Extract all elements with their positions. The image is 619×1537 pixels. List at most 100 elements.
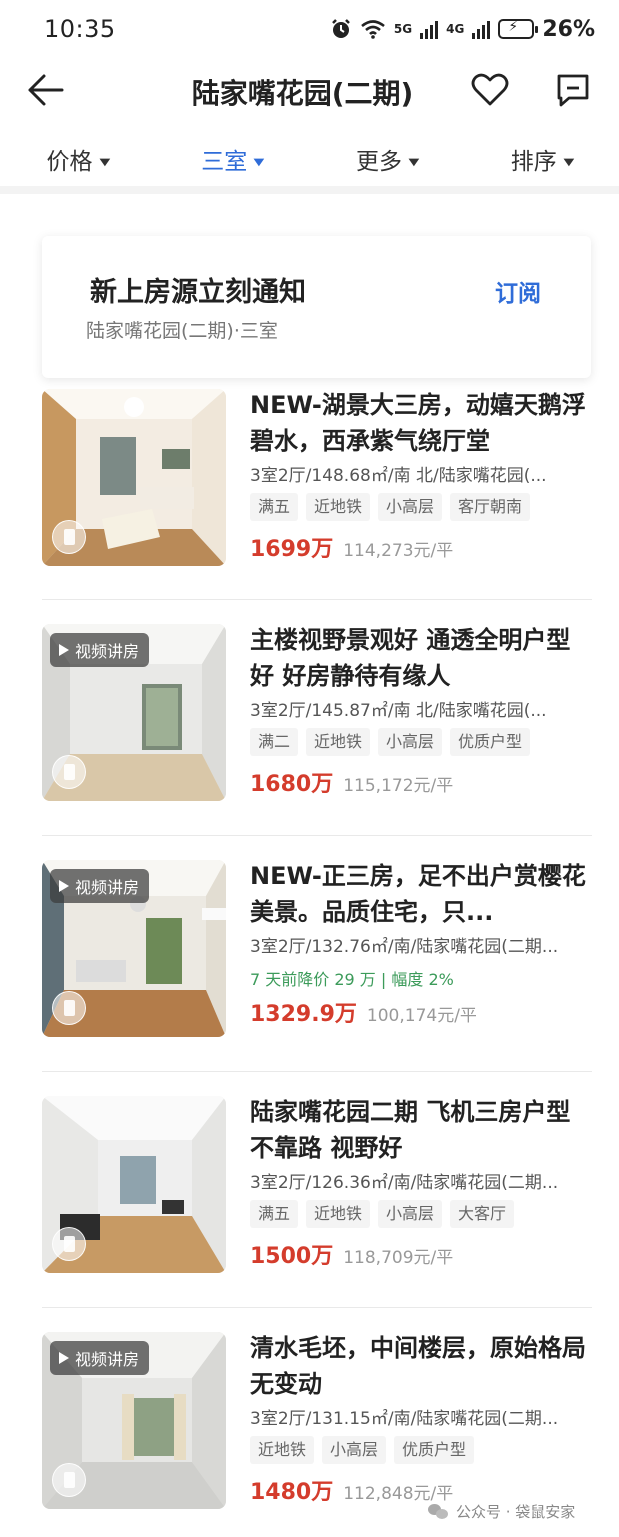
favorite-button[interactable] (470, 70, 510, 110)
video-badge: 视频讲房 (50, 1341, 150, 1375)
video-badge-label: 视频讲房 (75, 878, 140, 897)
filter-label: 三室 (201, 149, 248, 175)
tag-list: 近地铁 小高层 优质户型 (250, 1436, 592, 1464)
chevron-down-icon: ▼ (253, 157, 265, 168)
divider (42, 1071, 592, 1072)
unit-price: 118,709元/平 (343, 1248, 454, 1268)
vr-tour-icon (52, 1227, 86, 1261)
filter-more[interactable]: 更多 ▼ (310, 130, 465, 184)
chevron-down-icon: ▼ (408, 157, 420, 168)
tag-list: 满五 近地铁 小高层 大客厅 (250, 1200, 592, 1228)
total-price: 1480万 (250, 1480, 334, 1505)
listing-card[interactable]: 视频讲房 主楼视野景观好 通透全明户型好 好房静待有缘人 3室2厅/145.87… (42, 624, 592, 804)
battery-icon: ⚡ (498, 19, 539, 39)
listing-card[interactable]: 视频讲房 清水毛坯，中间楼层，原始格局无变动 3室2厅/131.15㎡/南/陆家… (42, 1332, 592, 1512)
video-badge: 视频讲房 (50, 633, 150, 667)
divider (42, 1307, 592, 1308)
battery-percent: 26% (542, 16, 595, 42)
tag: 大客厅 (450, 1200, 515, 1228)
play-icon (59, 1352, 69, 1364)
wechat-icon (428, 1503, 450, 1520)
tag: 小高层 (378, 728, 443, 756)
price-drop-notice: 7 天前降价 29 万 | 幅度 2% (250, 970, 454, 989)
tag: 客厅朝南 (450, 493, 531, 521)
tag: 近地铁 (306, 728, 371, 756)
listing-photo: 视频讲房 (42, 624, 226, 801)
message-button[interactable] (553, 70, 593, 110)
subscribe-description: 陆家嘴花园(二期)·三室 (86, 320, 278, 342)
listing-title: 主楼视野景观好 通透全明户型好 好房静待有缘人 (250, 626, 571, 690)
tag: 近地铁 (306, 1200, 371, 1228)
chevron-down-icon: ▼ (98, 157, 110, 168)
tag: 小高层 (322, 1436, 387, 1464)
wifi-icon (361, 20, 385, 39)
listing-card[interactable]: 陆家嘴花园二期 飞机三房户型 不靠路 视野好 3室2厅/126.36㎡/南/陆家… (42, 1096, 592, 1276)
listing-title: NEW-湖景大三房，动嬉天鹅浮碧水，西承紫气绕厅堂 (250, 391, 586, 455)
vr-tour-icon (52, 991, 86, 1025)
tag-list: 满二 近地铁 小高层 优质户型 (250, 728, 592, 756)
tag: 近地铁 (250, 1436, 315, 1464)
listing-photo (42, 389, 226, 566)
listing-meta: 3室2厅/145.87㎡/南 北/陆家嘴花园(... (250, 701, 547, 721)
listing-photo: 视频讲房 (42, 1332, 226, 1509)
nav-header: 陆家嘴花园(二期) (0, 58, 619, 122)
subscribe-title: 新上房源立刻通知 (90, 277, 306, 308)
listing-title: 陆家嘴花园二期 飞机三房户型 不靠路 视野好 (250, 1098, 571, 1162)
unit-price: 100,174元/平 (366, 1006, 477, 1026)
tag: 小高层 (378, 493, 443, 521)
status-time: 10:35 (44, 15, 116, 43)
tag: 近地铁 (306, 493, 371, 521)
vr-tour-icon (52, 1463, 86, 1497)
divider (42, 835, 592, 836)
filter-label: 价格 (46, 149, 93, 175)
chevron-down-icon: ▼ (563, 157, 575, 168)
listing-photo: 视频讲房 (42, 860, 226, 1037)
tag: 满五 (250, 493, 299, 521)
video-badge: 视频讲房 (50, 869, 150, 903)
filter-bar: 价格 ▼ 三室 ▼ 更多 ▼ 排序 ▼ (0, 130, 619, 184)
unit-price: 115,172元/平 (343, 776, 454, 796)
subscribe-card: 新上房源立刻通知 陆家嘴花园(二期)·三室 订阅 (42, 236, 591, 378)
filter-rooms[interactable]: 三室 ▼ (155, 130, 310, 184)
status-icons: 5G 4G ⚡ 26% (330, 17, 595, 42)
signal-icon (420, 19, 439, 39)
tag-list: 满五 近地铁 小高层 客厅朝南 (250, 493, 592, 521)
listing-title: 清水毛坯，中间楼层，原始格局无变动 (250, 1334, 586, 1398)
play-icon (59, 644, 69, 656)
listing-card[interactable]: NEW-湖景大三房，动嬉天鹅浮碧水，西承紫气绕厅堂 3室2厅/148.68㎡/南… (42, 389, 592, 569)
chat-icon (557, 74, 589, 107)
listing-meta: 3室2厅/126.36㎡/南/陆家嘴花园(二期... (250, 1173, 559, 1193)
listing-title: NEW-正三房，足不出户赏樱花美景。品质住宅，只... (250, 862, 586, 926)
page-title: 陆家嘴花园(二期) (191, 77, 414, 110)
play-icon (59, 880, 69, 892)
video-badge-label: 视频讲房 (75, 642, 140, 661)
network-type-a: 5G (393, 22, 413, 36)
divider (0, 186, 619, 194)
video-badge-label: 视频讲房 (75, 1350, 140, 1369)
divider (42, 599, 592, 600)
tag: 满五 (250, 1200, 299, 1228)
tag: 优质户型 (394, 1436, 475, 1464)
vr-tour-icon (52, 755, 86, 789)
filter-label: 排序 (510, 149, 557, 175)
vr-tour-icon (52, 520, 86, 554)
status-bar: 10:35 5G 4G ⚡ 26% (0, 0, 619, 58)
filter-price[interactable]: 价格 ▼ (0, 130, 155, 184)
listing-meta: 3室2厅/132.76㎡/南/陆家嘴花园(二期... (250, 937, 559, 957)
listing-photo (42, 1096, 226, 1273)
listing-meta: 3室2厅/131.15㎡/南/陆家嘴花园(二期... (250, 1409, 559, 1429)
signal-icon-2 (472, 19, 491, 39)
filter-sort[interactable]: 排序 ▼ (464, 130, 619, 184)
heart-icon (471, 73, 509, 106)
total-price: 1500万 (250, 1244, 334, 1269)
watermark: 公众号 · 袋鼠安家 (428, 1501, 575, 1522)
tag: 满二 (250, 728, 299, 756)
total-price: 1699万 (250, 537, 334, 562)
alarm-icon (332, 19, 350, 38)
subscribe-button[interactable]: 订阅 (495, 274, 541, 308)
total-price: 1680万 (250, 772, 334, 797)
listing-card[interactable]: 视频讲房 NEW-正三房，足不出户赏樱花美景。品质住宅，只... 3室2厅/13… (42, 860, 592, 1040)
total-price: 1329.9万 (250, 1002, 357, 1027)
unit-price: 114,273元/平 (343, 541, 454, 561)
listing-meta: 3室2厅/148.68㎡/南 北/陆家嘴花园(... (250, 466, 547, 486)
